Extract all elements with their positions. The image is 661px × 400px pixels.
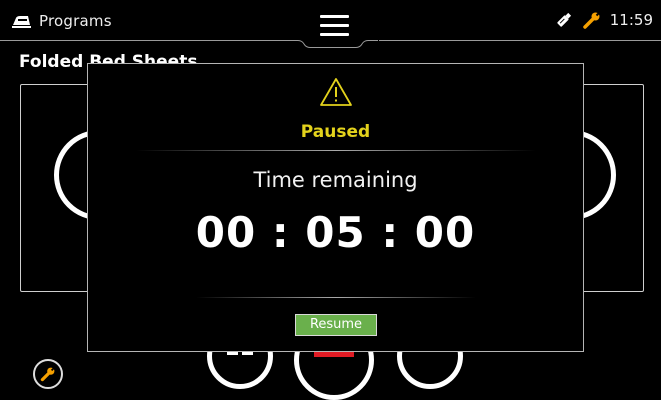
programs-button[interactable]: Programs <box>11 12 112 30</box>
header-divider-left <box>0 40 289 41</box>
resume-button[interactable]: Resume <box>295 314 377 336</box>
dialog-divider-bottom <box>196 297 476 298</box>
programs-label: Programs <box>39 12 112 30</box>
status-bar: Programs 11:59 <box>0 0 661 48</box>
wrench-icon <box>583 12 600 29</box>
countdown-timer: 00 : 05 : 00 <box>195 208 476 257</box>
header-divider-right <box>379 40 661 41</box>
settings-button[interactable] <box>33 359 63 389</box>
wrench-icon <box>40 367 55 382</box>
warning-icon <box>320 78 352 106</box>
time-remaining-label: Time remaining <box>253 168 418 192</box>
clock: 11:59 <box>609 11 653 29</box>
dialog-status: Paused <box>300 122 371 142</box>
menu-tab <box>288 0 378 48</box>
status-right: 11:59 <box>554 10 653 30</box>
iron-icon <box>12 16 31 28</box>
menu-icon[interactable] <box>320 15 349 36</box>
usb-icon <box>557 12 571 27</box>
paused-dialog: Paused Time remaining 00 : 05 : 00 Resum… <box>87 63 584 352</box>
dialog-divider-top <box>136 150 536 151</box>
